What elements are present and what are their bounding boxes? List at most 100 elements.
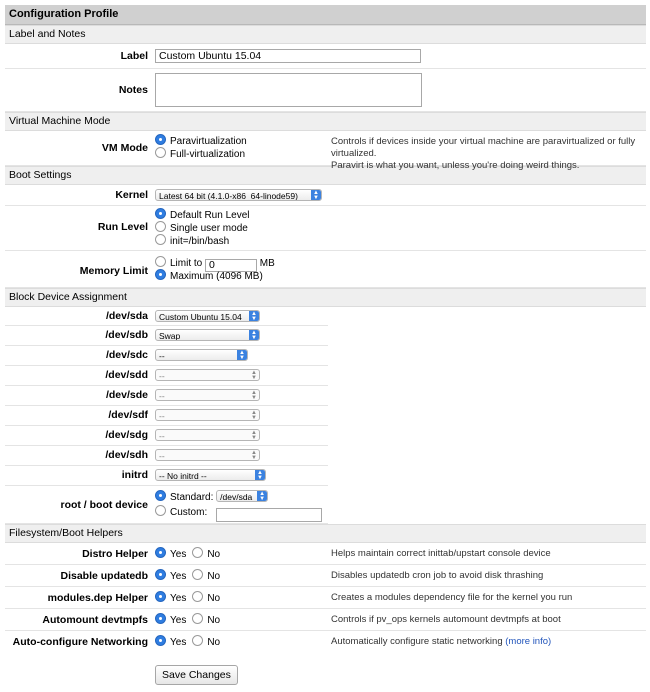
device-row: /dev/sde -- ▲ ▼ [5, 386, 328, 406]
memory-option-maximum[interactable]: Maximum (4096 MB) [155, 269, 275, 282]
modules-dep-options: Yes No [155, 591, 226, 604]
device-select-sdf[interactable]: -- ▲ ▼ [155, 409, 260, 421]
radio-icon[interactable] [192, 547, 204, 558]
select-arrows-icon: ▲ ▼ [251, 370, 257, 381]
root-device-row: root / boot device Standard: /dev/sda ▲ ▼ … [5, 486, 328, 524]
device-select-sdb[interactable]: Swap ▲ ▼ [155, 329, 260, 341]
root-standard-select[interactable]: /dev/sda ▲ ▼ [216, 490, 269, 502]
radio-icon[interactable] [192, 591, 204, 602]
run-level-option-init-bash[interactable]: init=/bin/bash [155, 234, 250, 247]
radio-icon[interactable] [192, 613, 204, 624]
modules-dep-no[interactable]: No [192, 591, 220, 604]
helper-help: Automatically configure static networkin… [331, 636, 552, 647]
disable-updatedb-options: Yes No [155, 569, 226, 582]
notes-row: Notes [5, 69, 646, 112]
select-arrows-icon: ▲ ▼ [251, 390, 257, 401]
radio-selected-icon[interactable] [155, 490, 166, 501]
radio-selected-icon[interactable] [155, 547, 166, 558]
memory-option-limit[interactable]: Limit to MB [155, 256, 275, 272]
device-row: /dev/sdd -- ▲ ▼ [5, 366, 328, 386]
helper-row: Distro Helper Yes No Helps maintain corre… [5, 543, 646, 565]
kernel-row: Kernel Latest 64 bit (4.1.0-x86_64-linod… [5, 185, 646, 206]
radio-selected-icon[interactable] [155, 134, 166, 145]
automount-devtmpfs-no[interactable]: No [192, 613, 220, 626]
notes-textarea[interactable] [155, 73, 422, 107]
run-level-label: Run Level [97, 221, 148, 233]
helper-row: modules.dep Helper Yes No Creates a modul… [5, 587, 646, 609]
device-row: /dev/sdg -- ▲ ▼ [5, 426, 328, 446]
run-level-option-default[interactable]: Default Run Level [155, 208, 250, 221]
select-arrows-icon: ▲ ▼ [237, 350, 247, 360]
helper-help: Controls if pv_ops kernels automount dev… [331, 614, 561, 625]
device-label: /dev/sdh [105, 449, 148, 461]
device-select-sdc[interactable]: -- ▲ ▼ [155, 349, 248, 361]
radio-icon[interactable] [155, 234, 166, 245]
run-level-row: Run Level Default Run Level Single user … [5, 206, 646, 251]
select-arrows-icon: ▲ ▼ [311, 190, 321, 200]
radio-selected-icon[interactable] [155, 269, 166, 280]
radio-selected-icon[interactable] [155, 591, 166, 602]
device-select-sdg[interactable]: -- ▲ ▼ [155, 429, 260, 441]
configuration-profile-form: Configuration Profile Label and Notes La… [5, 5, 646, 692]
root-option-custom[interactable]: Custom: [155, 505, 323, 522]
more-info-link[interactable]: (more info) [505, 636, 551, 647]
modules-dep-yes[interactable]: Yes [155, 591, 186, 604]
section-block-device: Block Device Assignment [5, 288, 646, 307]
label-input[interactable] [155, 49, 421, 63]
radio-icon[interactable] [155, 256, 166, 267]
device-label: /dev/sdf [108, 409, 148, 421]
memory-limit-options: Limit to MB Maximum (4096 MB) [155, 256, 275, 282]
radio-selected-icon[interactable] [155, 613, 166, 624]
helper-label: Auto-configure Networking [12, 636, 148, 648]
helper-help: Helps maintain correct inittab/upstart c… [331, 548, 551, 559]
helper-row: Auto-configure Networking Yes No Automati… [5, 631, 646, 652]
device-select-sdh[interactable]: -- ▲ ▼ [155, 449, 260, 461]
distro-helper-no[interactable]: No [192, 547, 220, 560]
select-arrows-icon: ▲ ▼ [255, 470, 265, 480]
helper-help: Disables updatedb cron job to avoid disk… [331, 570, 544, 581]
automount-devtmpfs-yes[interactable]: Yes [155, 613, 186, 626]
distro-helper-yes[interactable]: Yes [155, 547, 186, 560]
radio-icon[interactable] [155, 221, 166, 232]
disable-updatedb-yes[interactable]: Yes [155, 569, 186, 582]
section-vm-mode: Virtual Machine Mode [5, 112, 646, 131]
form-actions: Save Changes [5, 652, 646, 692]
select-arrows-icon: ▲ ▼ [249, 330, 259, 340]
vm-mode-option-paravirtualization[interactable]: Paravirtualization [155, 134, 247, 147]
label-field-label: Label [120, 50, 148, 62]
disable-updatedb-no[interactable]: No [192, 569, 220, 582]
radio-selected-icon[interactable] [155, 208, 166, 219]
label-row: Label [5, 44, 646, 69]
memory-limit-label: Memory Limit [79, 265, 148, 277]
device-row: /dev/sda Custom Ubuntu 15.04 ▲ ▼ [5, 307, 328, 326]
device-row: /dev/sdh -- ▲ ▼ [5, 446, 328, 466]
vm-mode-option-full-virtualization[interactable]: Full-virtualization [155, 147, 247, 160]
save-changes-button[interactable]: Save Changes [155, 665, 238, 685]
kernel-select[interactable]: Latest 64 bit (4.1.0-x86_64-linode59) ▲ ▼ [155, 189, 322, 201]
kernel-label: Kernel [115, 189, 148, 201]
device-select-sde[interactable]: -- ▲ ▼ [155, 389, 260, 401]
radio-icon[interactable] [155, 147, 166, 158]
auto-networking-no[interactable]: No [192, 635, 220, 648]
radio-icon[interactable] [155, 505, 166, 516]
auto-networking-yes[interactable]: Yes [155, 635, 186, 648]
radio-selected-icon[interactable] [155, 635, 166, 646]
device-row: /dev/sdc -- ▲ ▼ [5, 346, 328, 366]
vm-mode-options: Paravirtualization Full-virtualization [155, 134, 247, 160]
notes-field-label: Notes [118, 84, 148, 96]
run-level-option-single-user[interactable]: Single user mode [155, 221, 250, 234]
root-option-standard[interactable]: Standard: /dev/sda ▲ ▼ [155, 490, 322, 503]
radio-selected-icon[interactable] [155, 569, 166, 580]
radio-icon[interactable] [192, 569, 204, 580]
helper-label: modules.dep Helper [47, 592, 148, 604]
select-arrows-icon: ▲ ▼ [251, 430, 257, 441]
device-row: /dev/sdb Swap ▲ ▼ [5, 326, 328, 346]
initrd-select[interactable]: -- No initrd -- ▲ ▼ [155, 469, 266, 481]
radio-icon[interactable] [192, 635, 204, 646]
automount-devtmpfs-options: Yes No [155, 613, 226, 626]
device-select-sdd[interactable]: -- ▲ ▼ [155, 369, 260, 381]
initrd-row: initrd -- No initrd -- ▲ ▼ [5, 466, 328, 486]
root-custom-input[interactable] [216, 508, 323, 522]
device-row: /dev/sdf -- ▲ ▼ [5, 406, 328, 426]
device-select-sda[interactable]: Custom Ubuntu 15.04 ▲ ▼ [155, 310, 260, 322]
